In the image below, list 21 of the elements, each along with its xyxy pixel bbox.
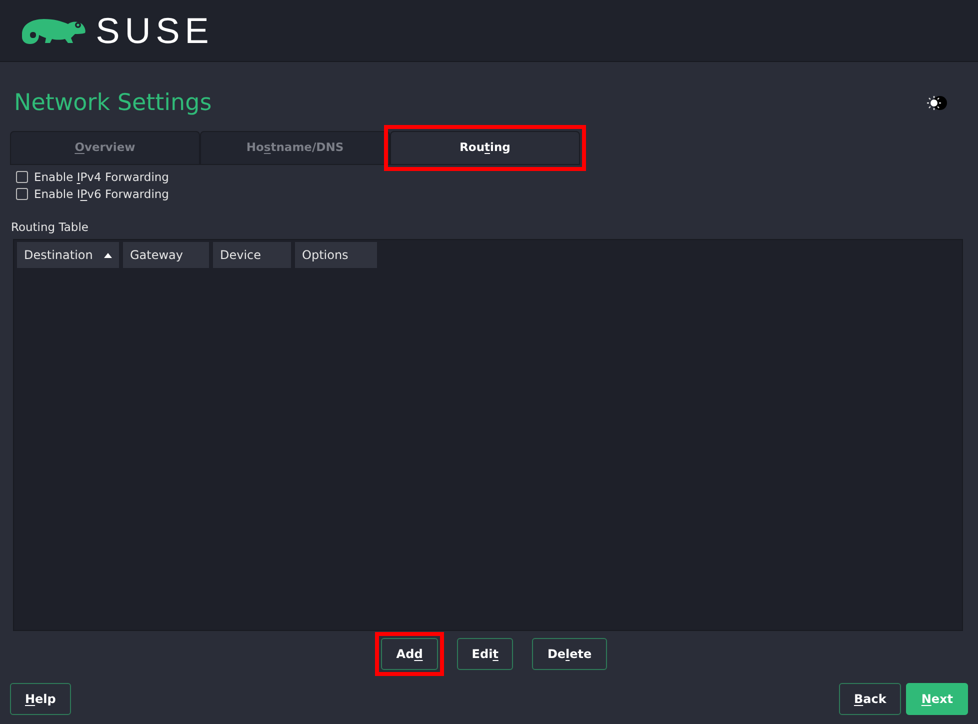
button[interactable]: Back — [838, 683, 902, 716]
checkbox[interactable] — [16, 188, 28, 200]
brand-name: SUSE — [96, 12, 214, 48]
button[interactable]: Delete — [532, 638, 607, 670]
sort-ascending-icon — [104, 252, 112, 258]
column-header[interactable]: Device — [213, 242, 291, 268]
tab[interactable]: Overview — [10, 130, 200, 164]
tab[interactable]: Routing — [390, 130, 580, 164]
button[interactable]: Help — [10, 683, 71, 716]
column-header[interactable]: Options — [295, 242, 377, 268]
checkbox-label[interactable]: Enable IPv4 Forwarding — [34, 168, 169, 186]
button[interactable]: Add — [381, 638, 438, 670]
button[interactable]: Edit — [456, 638, 514, 670]
table-label: Routing Table — [11, 219, 88, 236]
column-header[interactable]: Destination — [17, 242, 119, 268]
page-title: Network Settings — [14, 89, 212, 118]
column-header[interactable]: Gateway — [123, 242, 209, 268]
theme-toggle-icon[interactable] — [926, 95, 950, 112]
checkbox[interactable] — [16, 171, 28, 184]
checkbox-label[interactable]: Enable IPv6 Forwarding — [34, 186, 169, 203]
tab[interactable]: Hostname/DNS — [200, 130, 390, 164]
